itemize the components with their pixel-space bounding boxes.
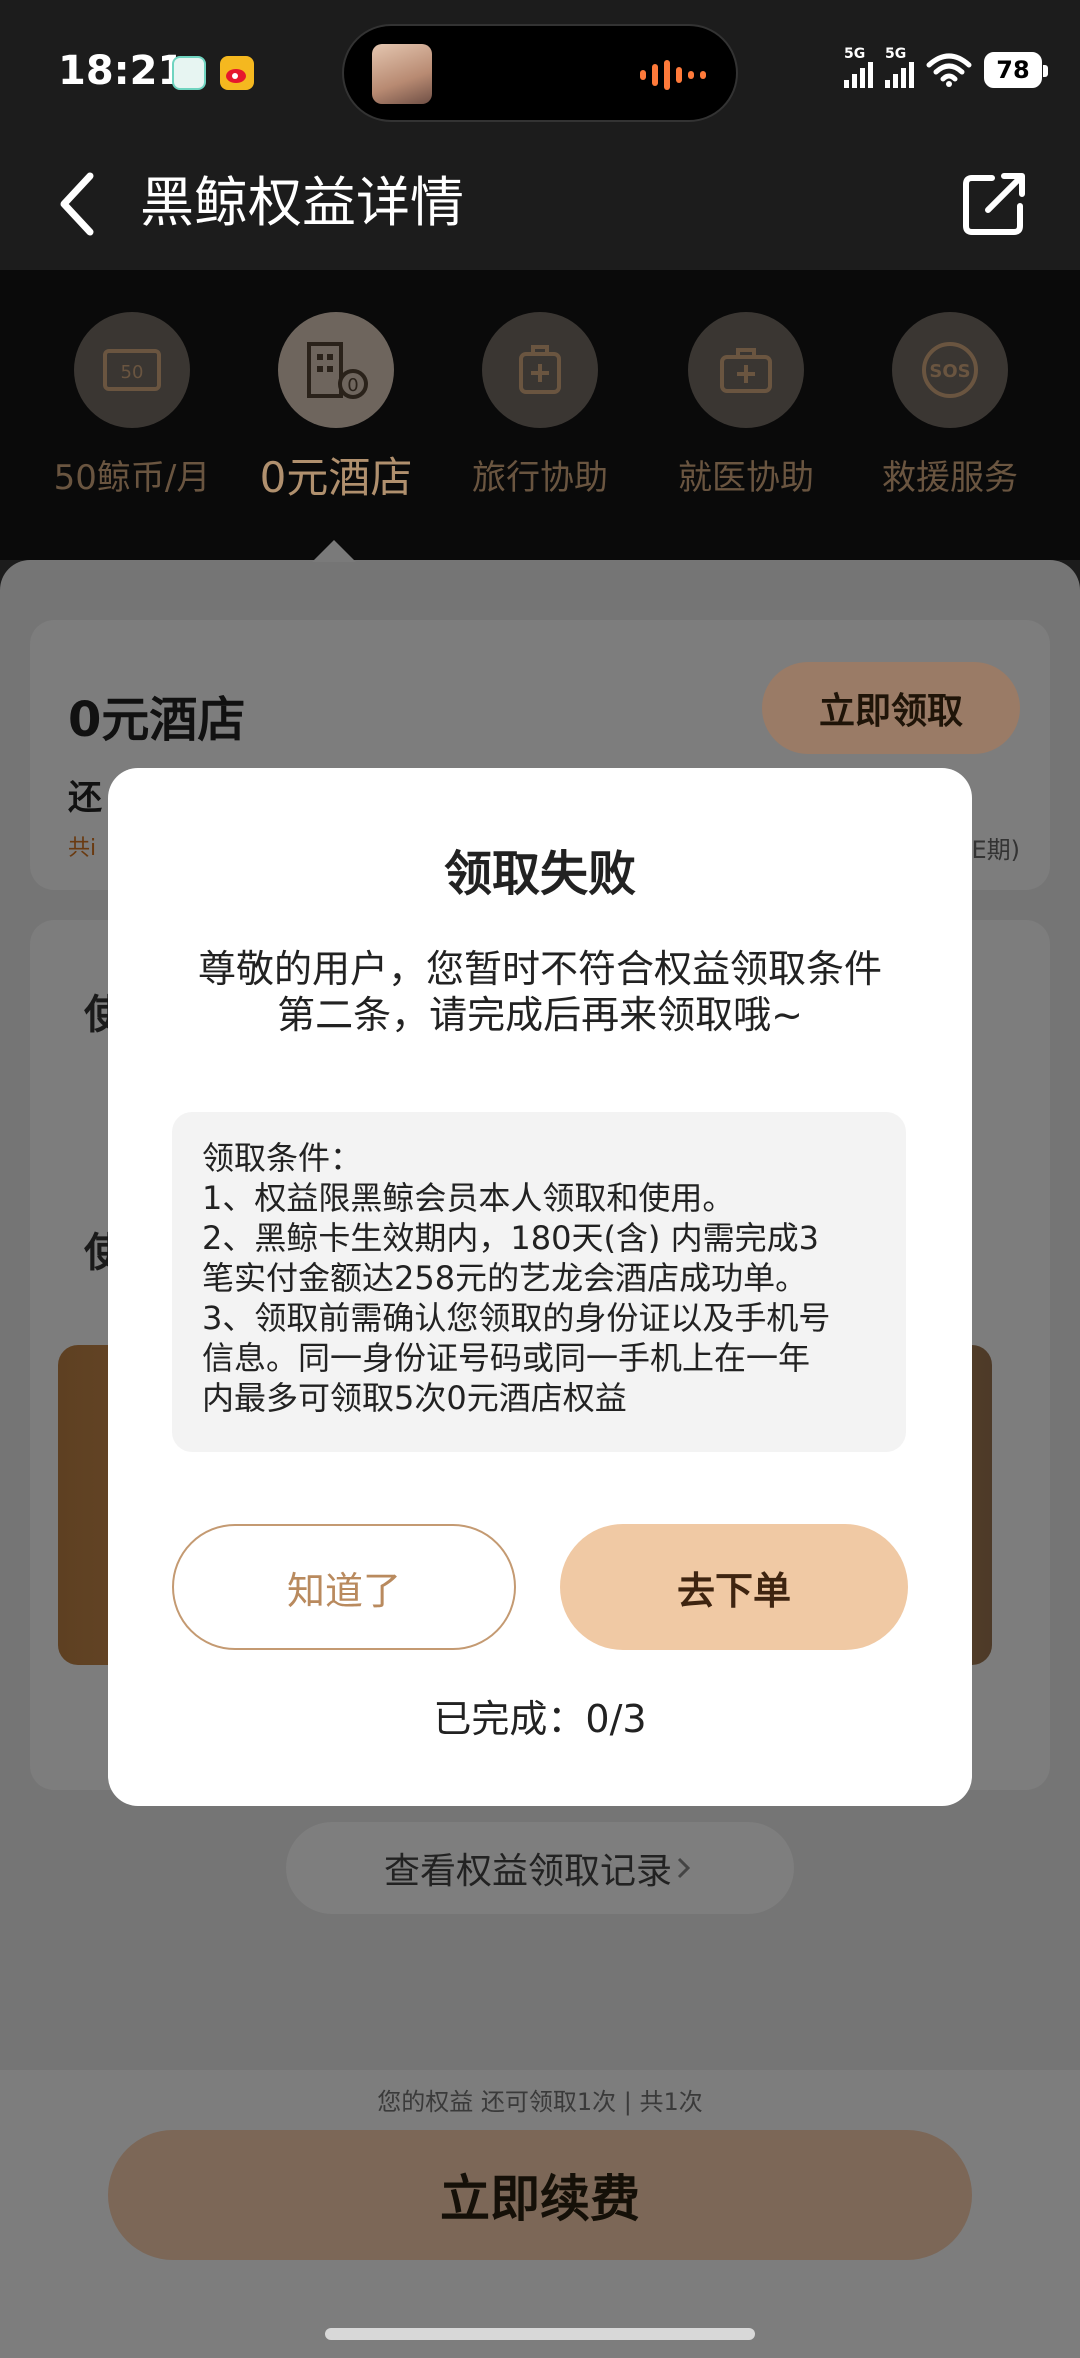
tab-label: 救援服务 [882, 458, 1018, 498]
card-note-right: E期) [971, 836, 1020, 864]
wifi-icon [926, 53, 972, 87]
tab-pointer [312, 540, 356, 562]
audio-wave-icon [640, 60, 706, 90]
chevron-right-icon [677, 1857, 691, 1879]
benefit-status-text: 您的权益 还可领取1次 | 共1次 [377, 2088, 703, 2116]
condition-line: 笔实付金额达258元的艺龙会酒店成功单。 [202, 1259, 808, 1297]
weibo-icon [220, 56, 254, 90]
dialog-message-line: 第二条，请完成后再来领取哦~ [277, 993, 803, 1037]
share-icon[interactable] [960, 168, 1030, 238]
record-link-label: 查看权益领取记录 [383, 1851, 672, 1892]
signal-icon: 5G [844, 46, 873, 88]
got-it-button[interactable]: 知道了 [172, 1524, 516, 1650]
sos-icon: SOS [892, 312, 1008, 428]
dynamic-island[interactable] [342, 24, 738, 122]
view-records-link[interactable]: 查看权益领取记录 [286, 1822, 794, 1914]
place-order-button[interactable]: 去下单 [560, 1524, 908, 1650]
luggage-icon [482, 312, 598, 428]
condition-line: 2、黑鲸卡生效期内，180天(含) 内需完成3 [202, 1219, 819, 1257]
status-time: 18:21 [58, 48, 186, 94]
condition-line: 3、领取前需确认您领取的身份证以及手机号 [202, 1299, 831, 1337]
dialog-message-line: 尊敬的用户，您暂时不符合权益领取条件 [197, 947, 882, 991]
tab-hotel[interactable]: 0 0元酒店 [236, 312, 436, 505]
medical-kit-icon [688, 312, 804, 428]
claim-button[interactable]: 立即领取 [762, 662, 1020, 754]
nav-bar: 黑鲸权益详情 [0, 140, 1080, 270]
card-note: 共i [68, 836, 97, 861]
svg-text:0: 0 [347, 375, 358, 396]
card-subtitle: 还 [68, 778, 102, 818]
conditions-box: 领取条件： 1、权益限黑鲸会员本人领取和使用。 2、黑鲸卡生效期内，180天(含… [172, 1112, 906, 1452]
dialog-message: 尊敬的用户，您暂时不符合权益领取条件 第二条，请完成后再来领取哦~ [158, 946, 922, 1038]
tab-label: 旅行协助 [472, 458, 608, 498]
status-bar: 18:21 5G 5G 78 [0, 0, 1080, 140]
svg-text:50: 50 [121, 362, 144, 383]
tab-coins[interactable]: 50 50鲸币/月 [32, 312, 232, 499]
page-title: 黑鲸权益详情 [140, 171, 464, 234]
coupon-icon: 50 [74, 312, 190, 428]
tab-travel[interactable]: 旅行协助 [440, 312, 640, 499]
tab-label: 0元酒店 [259, 453, 413, 502]
benefit-tabs: 50 50鲸币/月 0 0元酒店 旅行协助 就医协助 SOS 救援服务 [0, 270, 1080, 560]
condition-line: 领取条件： [202, 1139, 363, 1177]
tab-rescue[interactable]: SOS 救援服务 [850, 312, 1050, 499]
card-title: 0元酒店 [68, 692, 246, 748]
condition-line: 信息。同一身份证号码或同一手机上在一年 [202, 1339, 811, 1377]
condition-line: 1、权益限黑鲸会员本人领取和使用。 [202, 1179, 735, 1217]
status-indicators: 5G 5G 78 [844, 46, 1048, 88]
tab-label: 就医协助 [678, 458, 814, 498]
home-indicator[interactable] [325, 2328, 755, 2340]
tab-label: 50鲸币/月 [53, 458, 211, 498]
dialog-title: 领取失败 [443, 846, 636, 902]
condition-line: 内最多可领取5次0元酒店权益 [202, 1379, 627, 1417]
renew-button[interactable]: 立即续费 [108, 2130, 972, 2260]
signal-icon: 5G [885, 46, 914, 88]
hotel-icon: 0 [278, 312, 394, 428]
svg-text:SOS: SOS [929, 361, 970, 382]
tab-medical[interactable]: 就医协助 [646, 312, 846, 499]
completion-progress: 已完成：0/3 [433, 1697, 647, 1741]
claim-failed-dialog: 领取失败 尊敬的用户，您暂时不符合权益领取条件 第二条，请完成后再来领取哦~ 领… [108, 768, 972, 1806]
avatar [372, 44, 432, 104]
battery-icon: 78 [984, 52, 1048, 88]
chevron-left-icon[interactable] [50, 164, 110, 244]
message-app-icon [172, 56, 206, 90]
